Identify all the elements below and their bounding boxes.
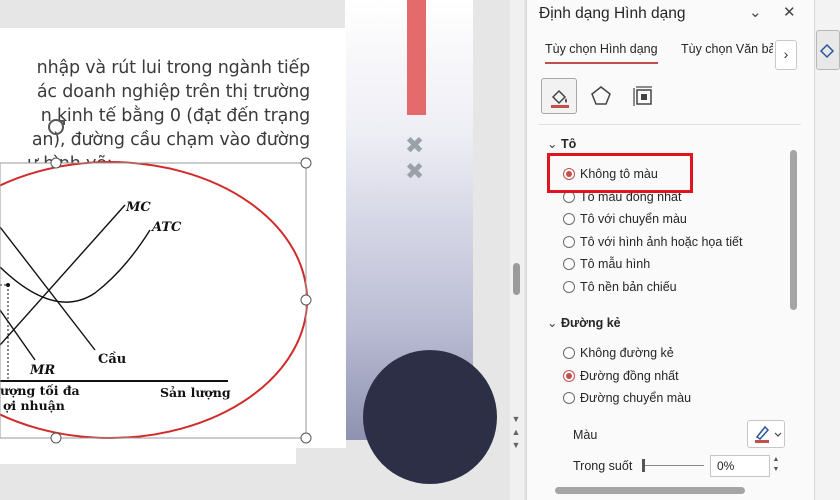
fill-line-tab-button[interactable] (541, 78, 577, 114)
pane-title: Định dạng Hình dạng (539, 5, 686, 22)
max-profit-label: ượng tối đa (0, 383, 80, 398)
close-icon: ✖ (405, 132, 425, 158)
radio-icon (563, 236, 575, 248)
mr-label: MR (29, 363, 55, 378)
slide-canvas[interactable]: ✖ ✖ nhập và rút lui trong ngành tiếp ác … (0, 0, 510, 500)
line-option-solid[interactable]: Đường đồng nhất (563, 369, 679, 383)
fill-option-picture[interactable]: Tô với hình ảnh hoặc họa tiết (563, 235, 742, 249)
pane-tabs: Tùy chọn Hình dạng Tùy chọn Văn bản (527, 38, 815, 68)
chevron-down-icon: ⌄ (547, 316, 558, 330)
tab-shape-options[interactable]: Tùy chọn Hình dạng (545, 42, 658, 64)
radio-icon (563, 370, 575, 382)
fill-option-gradient[interactable]: Tô với chuyển màu (563, 212, 687, 226)
fill-option-slide-bg[interactable]: Tô nền bản chiếu (563, 280, 677, 294)
economics-chart-image[interactable]: MC ATC MR Cầu Sản lượng ượng tối đa ợi n… (0, 145, 340, 455)
circle-shape[interactable] (363, 350, 497, 484)
mc-label: MC (125, 200, 151, 215)
pane-scroll-thumb[interactable] (790, 150, 797, 310)
resize-handle (300, 294, 312, 306)
x-axis-label: Sản lượng (160, 385, 231, 400)
slide-nav-arrows[interactable]: ▼ ▲ ▼ (510, 413, 522, 452)
transparency-label: Trong suốt (573, 459, 633, 473)
color-label: Màu (573, 428, 598, 442)
tab-text-options[interactable]: Tùy chọn Văn bản (681, 42, 773, 56)
tangent-point (6, 283, 10, 287)
transparency-spinner[interactable]: ▲ ▼ (770, 455, 782, 477)
radio-icon (563, 213, 575, 225)
line-color-picker[interactable] (747, 420, 785, 448)
max-profit-label: ợi nhuận (3, 398, 65, 413)
divider (539, 124, 801, 125)
side-toolbar (814, 0, 840, 500)
text-line: nhập và rút lui trong ngành tiếp (36, 58, 311, 78)
demand-label: Cầu (98, 351, 126, 367)
radio-icon (563, 281, 575, 293)
tab-more-button[interactable]: › (775, 40, 797, 70)
resize-handle (50, 432, 62, 444)
red-bar-shape[interactable] (407, 0, 426, 115)
resize-handle (300, 157, 312, 169)
format-pane-toggle-button[interactable] (816, 30, 840, 70)
fill-section-title: Tô (561, 137, 577, 151)
transparency-slider-track[interactable] (644, 465, 704, 466)
close-icon: ✖ (405, 158, 425, 184)
rotate-handle-icon[interactable] (46, 117, 66, 137)
effects-tab-button[interactable] (583, 78, 619, 114)
annotation-highlight-box (547, 153, 693, 193)
line-section-header[interactable]: ⌄ Đường kẻ (547, 315, 621, 330)
line-option-none[interactable]: Không đường kẻ (563, 346, 674, 360)
close-pane-button[interactable]: ✕ (783, 3, 796, 21)
fill-option-pattern[interactable]: Tô mẫu hình (563, 257, 650, 271)
transparency-input[interactable]: 0% (710, 455, 770, 477)
paint-bucket-icon (551, 89, 569, 108)
pen-color-icon (755, 425, 782, 443)
text-line: ác doanh nghiệp trên thị trường (36, 82, 310, 102)
fill-section-header[interactable]: ⌄ Tô (547, 136, 576, 151)
chevron-down-icon: ⌄ (547, 137, 558, 151)
pane-hscroll-thumb[interactable] (555, 487, 745, 494)
format-shape-pane: Định dạng Hình dạng ⌄ ✕ Tùy chọn Hình dạ… (526, 0, 814, 500)
size-properties-tab-button[interactable] (625, 78, 661, 114)
radio-icon (563, 258, 575, 270)
line-option-gradient[interactable]: Đường chuyển màu (563, 391, 691, 405)
paint-bucket-icon (819, 43, 835, 59)
atc-label: ATC (150, 220, 182, 235)
resize-handle (50, 157, 62, 169)
resize-handle (300, 432, 312, 444)
canvas-scroll-thumb[interactable] (513, 263, 520, 295)
radio-icon (563, 347, 575, 359)
size-properties-icon (633, 86, 652, 106)
line-section-title: Đường kẻ (561, 316, 621, 330)
transparency-slider-thumb[interactable] (642, 459, 645, 472)
collapse-pane-button[interactable]: ⌄ (749, 3, 762, 21)
radio-icon (563, 392, 575, 404)
pentagon-icon (591, 86, 611, 105)
